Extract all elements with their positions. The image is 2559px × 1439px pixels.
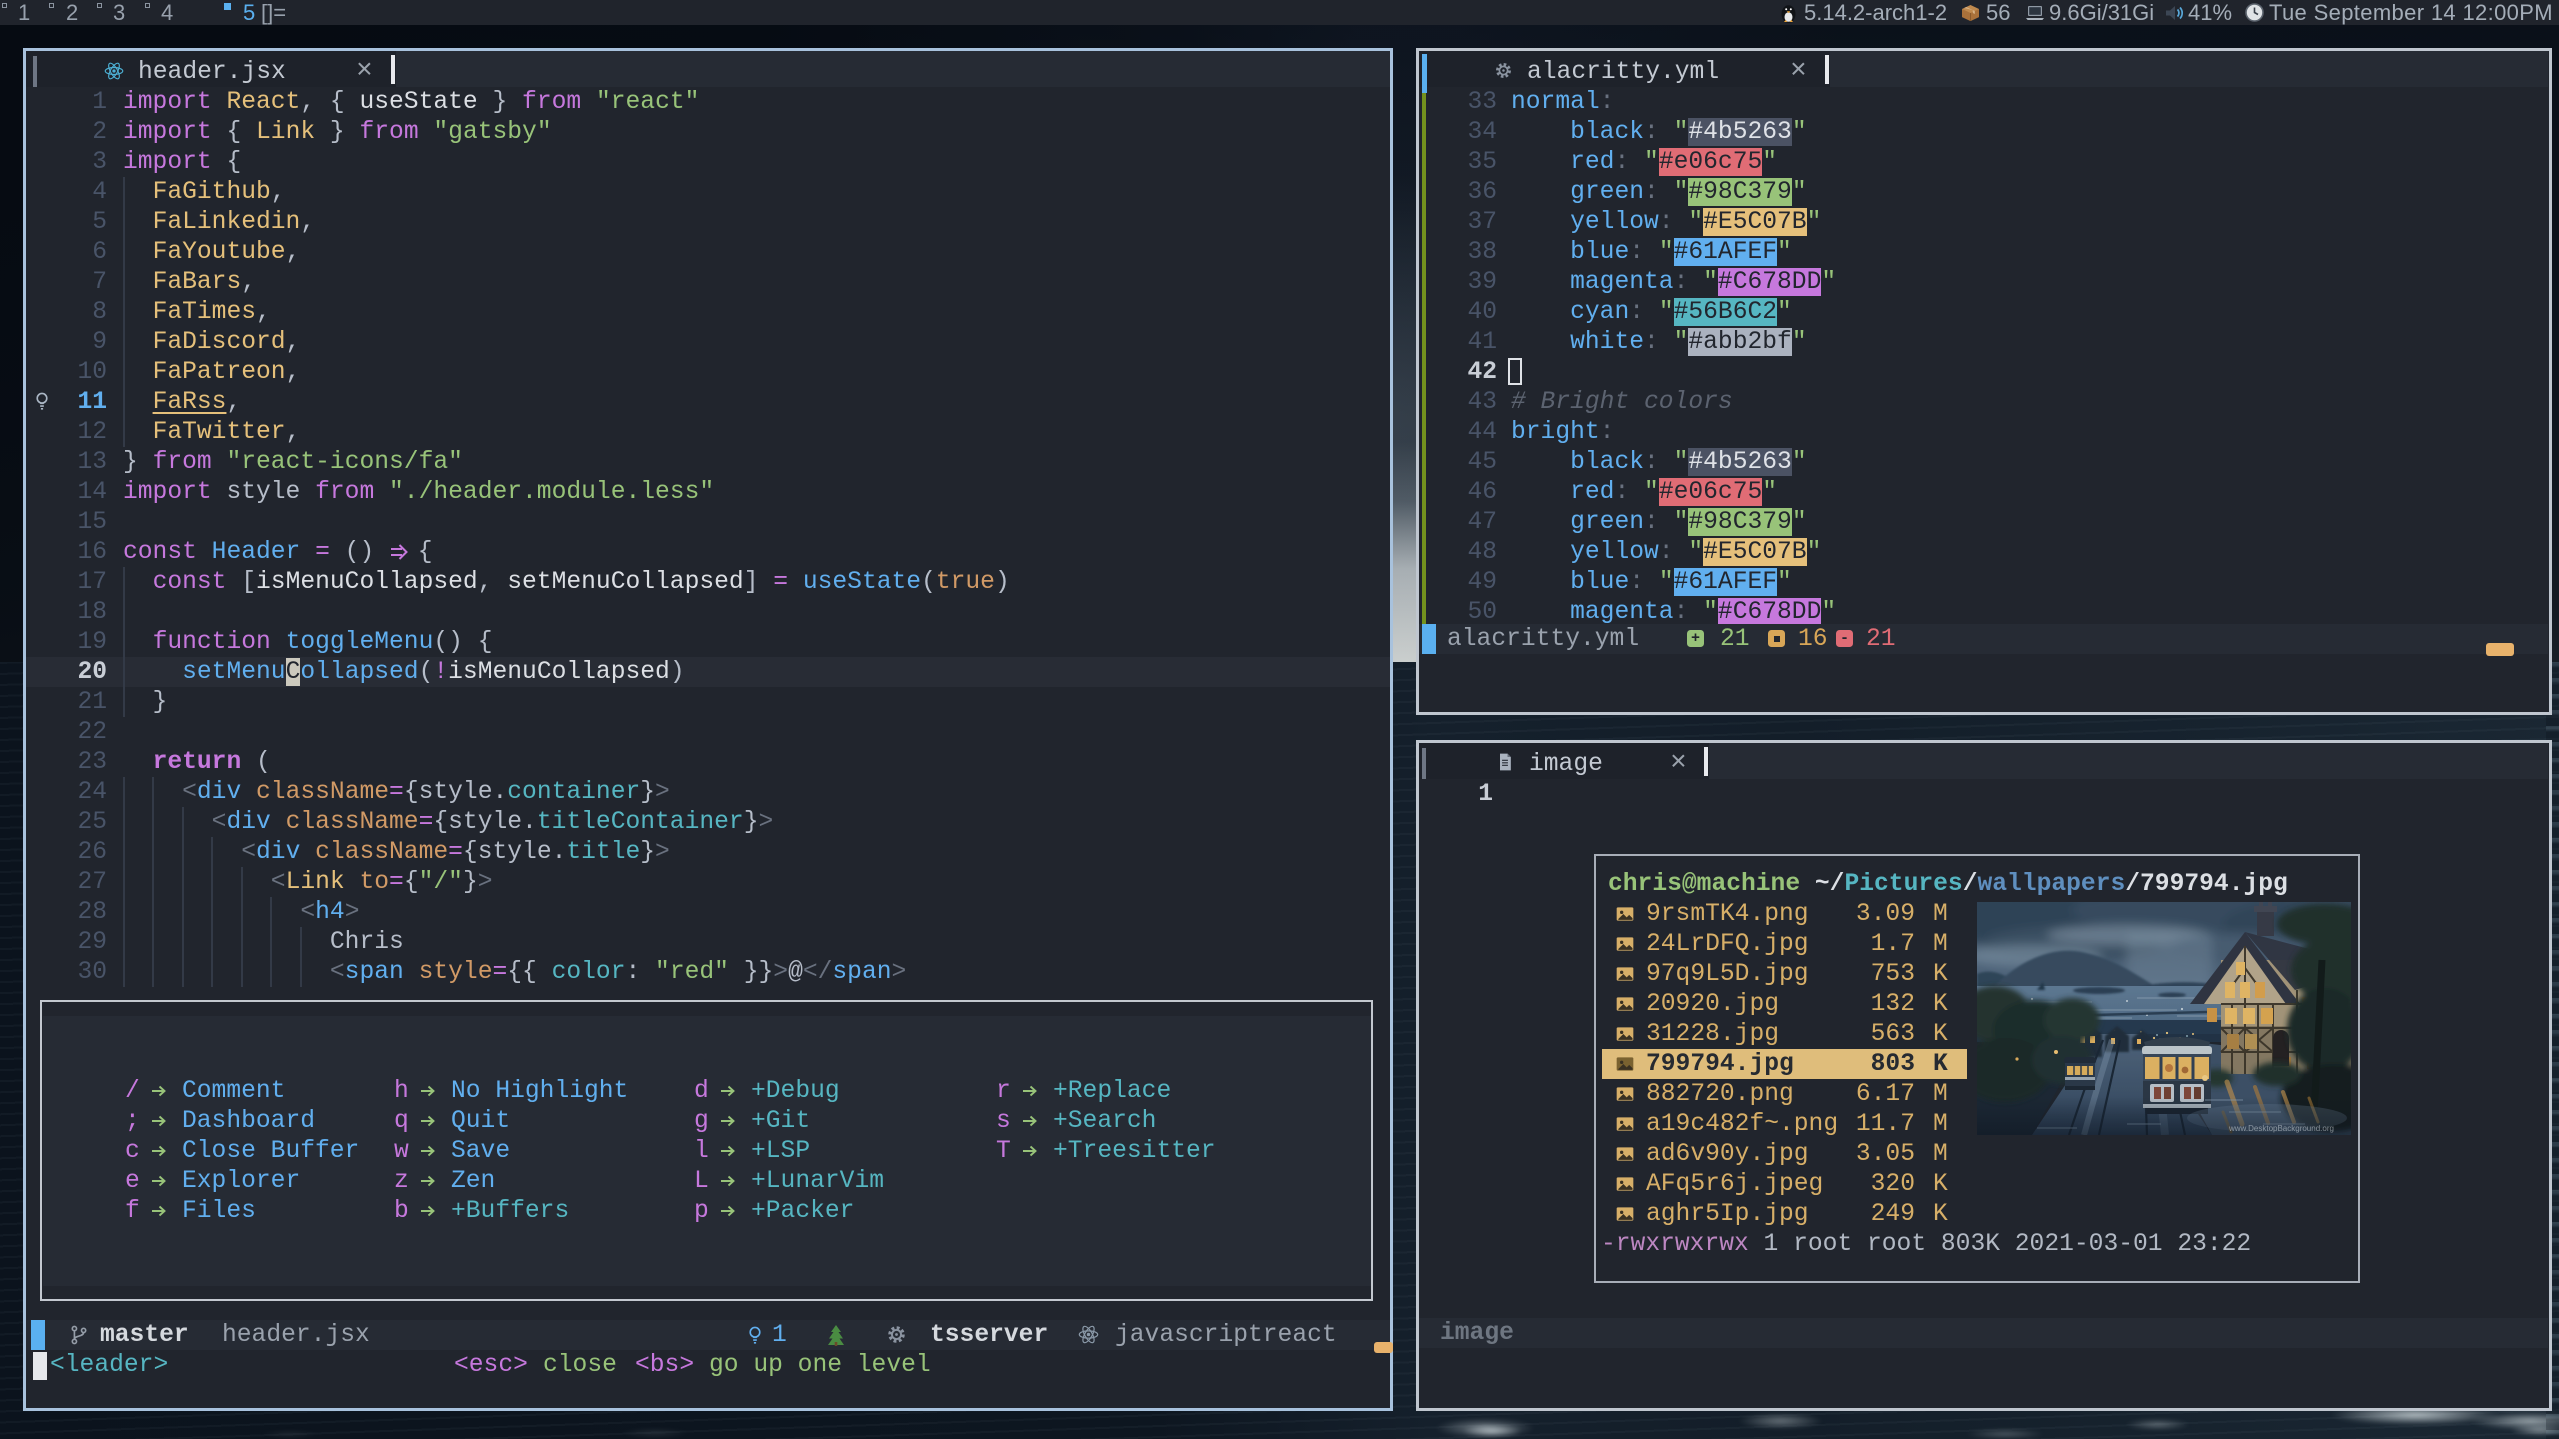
svg-text:www.DesktopBackground.org: www.DesktopBackground.org bbox=[2228, 1124, 2334, 1133]
